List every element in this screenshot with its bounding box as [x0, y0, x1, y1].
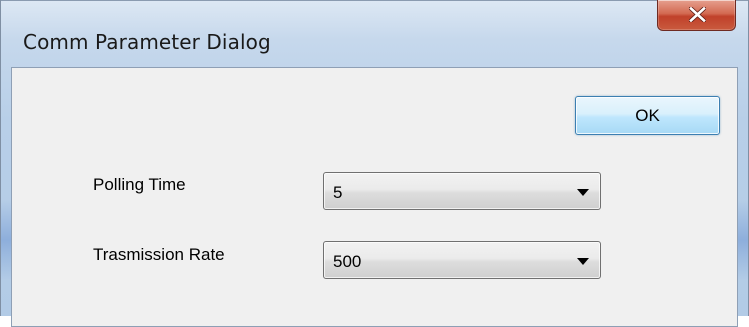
- transmission-rate-value: 500: [333, 252, 362, 271]
- close-icon: [689, 7, 706, 22]
- polling-time-combobox[interactable]: 5: [323, 172, 601, 210]
- dropdown-arrow-icon[interactable]: [577, 258, 589, 265]
- frame-glow-right: [738, 200, 748, 280]
- polling-time-label: Polling Time: [93, 175, 186, 194]
- transmission-rate-label: Trasmission Rate: [93, 245, 225, 264]
- close-button[interactable]: [657, 0, 736, 31]
- window-title: Comm Parameter Dialog: [23, 30, 271, 54]
- polling-time-value: 5: [333, 183, 343, 202]
- ok-button[interactable]: OK: [575, 96, 720, 135]
- dropdown-arrow-icon[interactable]: [577, 189, 589, 196]
- frame-glow-left: [1, 200, 11, 280]
- transmission-rate-combobox[interactable]: 500: [323, 241, 601, 279]
